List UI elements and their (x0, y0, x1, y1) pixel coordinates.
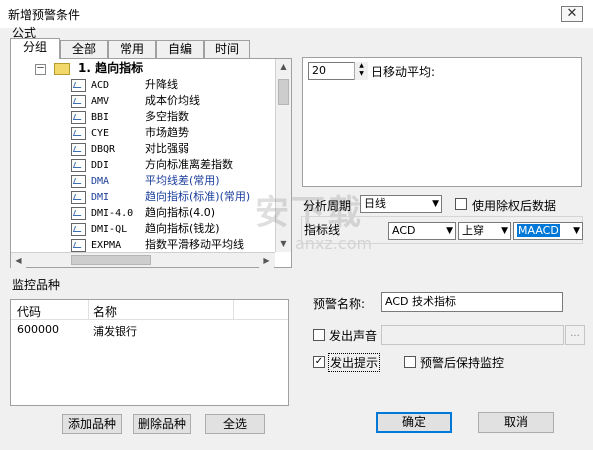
operator-select[interactable]: 上穿 ▼ (458, 222, 511, 240)
indicator-chart-icon (71, 238, 86, 252)
select-all-button[interactable]: 全选 (205, 414, 265, 434)
sound-label: 发出声音 (329, 329, 378, 343)
tree-group-row[interactable]: － 1. 趋向指标 (35, 60, 143, 76)
sound-file-input[interactable] (381, 325, 564, 345)
adjust-label: 使用除权后数据 (472, 199, 557, 213)
table-row[interactable]: 600000 浦发银行 (11, 321, 288, 339)
tree-item-cye[interactable]: CYE 市场趋势 (71, 125, 189, 141)
scroll-thumb[interactable] (278, 79, 289, 105)
target-select[interactable]: MAACD ▼ (513, 222, 583, 240)
tree-item-ddi[interactable]: DDI 方向标准离差指数 (71, 157, 233, 173)
scroll-left-icon[interactable]: ◀ (11, 253, 26, 268)
ok-button[interactable]: 确定 (376, 412, 452, 433)
tree-item-dma[interactable]: DMA 平均线差(常用) (71, 173, 220, 189)
tab-all[interactable]: 全部 (60, 40, 108, 58)
tree-item-bbi[interactable]: BBI 多空指数 (71, 109, 189, 125)
indicator-chart-icon (71, 158, 86, 172)
tree-item-acd[interactable]: ACD 升降线 (71, 77, 178, 93)
column-divider (233, 300, 234, 320)
param-label: 日移动平均: (371, 65, 436, 79)
cancel-button[interactable]: 取消 (478, 412, 554, 433)
window-title: 新增预警条件 (8, 8, 81, 22)
column-divider (88, 300, 89, 320)
chevron-down-icon: ▼ (446, 226, 453, 236)
tree-item-dmi-ql[interactable]: DMI-QL 趋向指标(钱龙) (71, 221, 220, 237)
indicator-chart-icon (71, 78, 86, 92)
indicator-tree[interactable]: － 1. 趋向指标 ACD 升降线 AMV 成本价均线 BBI 多空指数 CYE 市场趋… (10, 58, 292, 268)
table-header: 代码 名称 (11, 300, 288, 320)
tree-group-label: 1. 趋向指标 (78, 61, 144, 75)
title-bar (0, 0, 593, 28)
indicator-chart-icon (71, 174, 86, 188)
column-name[interactable]: 名称 (93, 303, 117, 320)
chevron-down-icon: ▼ (573, 226, 580, 236)
adjust-checkbox[interactable] (455, 198, 467, 210)
folder-icon (53, 63, 70, 75)
monitor-table[interactable]: 代码 名称 600000 浦发银行 (10, 299, 289, 406)
prompt-checkbox[interactable]: ✓ (313, 356, 325, 368)
keep-monitoring-checkbox[interactable] (404, 356, 416, 368)
chevron-down-icon: ▼ (432, 199, 439, 209)
tree-horizontal-scrollbar[interactable]: ◀ ▶ (11, 252, 275, 268)
tab-group[interactable]: 分组 (10, 38, 60, 59)
prompt-label: 发出提示 (328, 353, 381, 372)
monitor-label: 监控品种 (12, 278, 61, 292)
scroll-up-icon[interactable]: ▲ (276, 59, 291, 74)
tab-time[interactable]: 时间 (204, 40, 250, 58)
period-label: 分析周期 (303, 199, 352, 213)
indicator-chart-icon (71, 94, 86, 108)
alert-name-input[interactable]: ACD 技术指标 (381, 292, 563, 312)
indicator-chart-icon (71, 190, 86, 204)
chevron-down-icon: ▼ (501, 226, 508, 236)
browse-button[interactable]: ... (565, 325, 585, 345)
indicator-chart-icon (71, 126, 86, 140)
indicator-chart-icon (71, 222, 86, 236)
tab-common[interactable]: 常用 (108, 40, 156, 58)
indicator-select[interactable]: ACD ▼ (388, 222, 456, 240)
tree-item-dmi-40[interactable]: DMI-4.0 趋向指标(4.0) (71, 205, 215, 221)
column-code[interactable]: 代码 (17, 303, 41, 320)
sound-checkbox[interactable] (313, 329, 325, 341)
indicator-label: 指标线 (304, 223, 341, 237)
tab-custom[interactable]: 自编 (156, 40, 204, 58)
collapse-icon[interactable]: － (35, 63, 46, 75)
tree-item-dmi[interactable]: DMI 趋向指标(标准)(常用) (71, 189, 250, 205)
close-button[interactable]: ✕ (561, 6, 583, 22)
add-instrument-button[interactable]: 添加品种 (62, 414, 122, 434)
delete-instrument-button[interactable]: 删除品种 (133, 414, 191, 434)
keep-monitoring-label: 预警后保持监控 (420, 356, 505, 370)
period-select[interactable]: 日线 ▼ (360, 195, 442, 213)
tree-item-expma[interactable]: EXPMA 指数平滑移动平均线 (71, 237, 244, 253)
indicator-chart-icon (71, 110, 86, 124)
tree-item-amv[interactable]: AMV 成本价均线 (71, 93, 200, 109)
scroll-h-thumb[interactable] (71, 255, 151, 265)
tree-item-dbqr[interactable]: DBQR 对比强弱 (71, 141, 189, 157)
indicator-chart-icon (71, 206, 86, 220)
alert-name-label: 预警名称: (313, 297, 366, 311)
indicator-chart-icon (71, 142, 86, 156)
param-spinner[interactable]: ▲ ▼ (354, 62, 368, 80)
